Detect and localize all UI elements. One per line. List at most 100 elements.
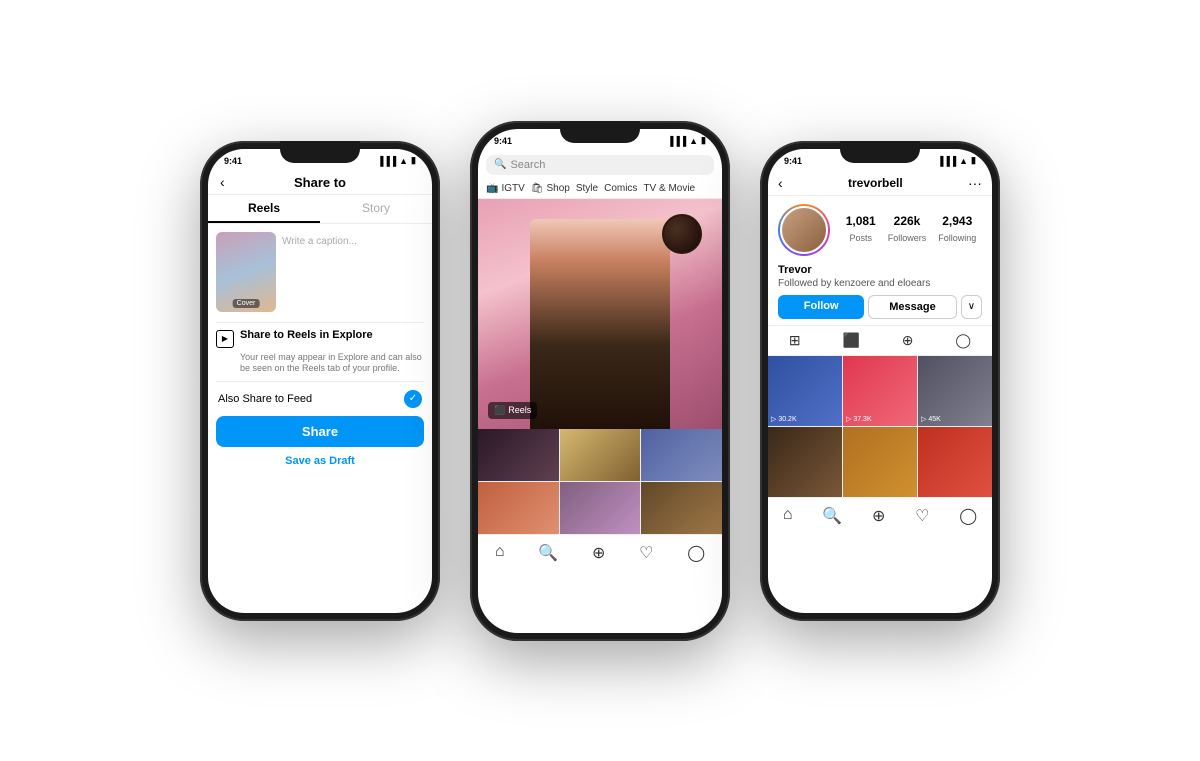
battery-icon-3: ▮ bbox=[971, 155, 976, 166]
search-input[interactable]: Search bbox=[510, 159, 545, 171]
also-share-row: Also Share to Feed ✓ bbox=[216, 390, 424, 408]
status-time-3: 9:41 bbox=[784, 156, 802, 166]
status-time-1: 9:41 bbox=[224, 156, 242, 166]
cat-comics[interactable]: Comics bbox=[604, 183, 637, 194]
also-share-toggle[interactable]: ✓ bbox=[404, 390, 422, 408]
phone1-tabs: Reels Story bbox=[208, 195, 432, 224]
tab-person-icon[interactable]: ◯ bbox=[955, 332, 971, 349]
grid-cell-6[interactable] bbox=[641, 482, 722, 534]
content-grid: ▷ 30.2K ▷ 37.3K ▷ 45K bbox=[768, 356, 992, 497]
signal-icon-3: ▐▐▐ bbox=[937, 156, 956, 166]
status-icons-1: ▐▐▐ ▲ ▮ bbox=[377, 155, 416, 166]
basketball bbox=[662, 214, 702, 254]
grid-cell-3[interactable] bbox=[641, 429, 722, 481]
tab-grid-icon[interactable]: ⊞ bbox=[789, 332, 801, 349]
categories-bar: 📺IGTV 🛍Shop Style Comics TV & Movie bbox=[478, 179, 722, 199]
share-button[interactable]: Share bbox=[216, 416, 424, 447]
stat-followers: 226k Followers bbox=[888, 214, 927, 246]
status-bar-1: 9:41 ▐▐▐ ▲ ▮ bbox=[208, 149, 432, 171]
battery-icon: ▮ bbox=[411, 155, 416, 166]
followers-label: Followers bbox=[888, 233, 927, 243]
search-icon: 🔍 bbox=[494, 159, 506, 170]
post-6[interactable] bbox=[918, 427, 992, 497]
search-bar[interactable]: 🔍 Search bbox=[486, 155, 714, 175]
tab-reels[interactable]: Reels bbox=[208, 195, 320, 223]
post-5[interactable] bbox=[843, 427, 917, 497]
also-share-label: Also Share to Feed bbox=[218, 393, 312, 405]
phone-2: 9:41 ▐▐▐ ▲ ▮ 🔍 Search 📺IGTV 🛍Shop Style … bbox=[470, 121, 730, 641]
profile-header: ‹ trevorbell ··· bbox=[768, 171, 992, 196]
nav-bar-3: ⌂ 🔍 ⊕ ♡ ◯ bbox=[768, 497, 992, 530]
grid-cell-1[interactable] bbox=[478, 429, 559, 481]
status-bar-2: 9:41 ▐▐▐ ▲ ▮ bbox=[478, 129, 722, 151]
nav-heart[interactable]: ♡ bbox=[639, 543, 653, 563]
nav-add-3[interactable]: ⊕ bbox=[872, 506, 885, 526]
reels-icon: ▶ bbox=[216, 330, 234, 348]
nav-profile[interactable]: ◯ bbox=[687, 543, 705, 563]
username: trevorbell bbox=[848, 176, 903, 190]
follow-button[interactable]: Follow bbox=[778, 295, 864, 319]
view-count-2: ▷ 37.3K bbox=[846, 415, 872, 423]
caption-input[interactable]: Write a caption... bbox=[282, 232, 424, 312]
nav-add[interactable]: ⊕ bbox=[592, 543, 605, 563]
profile-section: 1,081 Posts 226k Followers 2,943 Followi… bbox=[768, 196, 992, 264]
tab-tag-icon[interactable]: ⊕ bbox=[902, 332, 914, 349]
cat-tv[interactable]: TV & Movie bbox=[643, 183, 695, 194]
phone-3-screen: 9:41 ▐▐▐ ▲ ▮ ‹ trevorbell ··· bbox=[768, 149, 992, 613]
signal-icon-2: ▐▐▐ bbox=[667, 136, 686, 146]
share-reels-row: ▶ Share to Reels in Explore bbox=[216, 329, 424, 348]
grid-cell-2[interactable] bbox=[560, 429, 641, 481]
cat-igtv[interactable]: 📺IGTV bbox=[486, 183, 525, 194]
nav-bar-2: ⌂ 🔍 ⊕ ♡ ◯ bbox=[478, 534, 722, 567]
phone-3: 9:41 ▐▐▐ ▲ ▮ ‹ trevorbell ··· bbox=[760, 141, 1000, 621]
profile-name: Trevor bbox=[768, 264, 992, 278]
profile-actions: Follow Message ∨ bbox=[768, 295, 992, 325]
nav-search[interactable]: 🔍 bbox=[538, 543, 558, 563]
stat-following: 2,943 Following bbox=[938, 214, 976, 246]
grid-cell-4[interactable] bbox=[478, 482, 559, 534]
wifi-icon-3: ▲ bbox=[959, 156, 968, 166]
posts-label: Posts bbox=[849, 233, 872, 243]
reel-thumbnail: Cover bbox=[216, 232, 276, 312]
back-button-1[interactable]: ‹ bbox=[220, 174, 225, 190]
hero-reel: ⬛ Reels bbox=[478, 199, 722, 429]
grid-cell-5[interactable] bbox=[560, 482, 641, 534]
cat-style[interactable]: Style bbox=[576, 183, 598, 194]
nav-home-3[interactable]: ⌂ bbox=[783, 506, 793, 526]
status-time-2: 9:41 bbox=[494, 136, 512, 146]
message-button[interactable]: Message bbox=[868, 295, 956, 319]
following-label: Following bbox=[938, 233, 976, 243]
post-4[interactable] bbox=[768, 427, 842, 497]
reels-badge: ⬛ Reels bbox=[488, 402, 537, 419]
status-icons-2: ▐▐▐ ▲ ▮ bbox=[667, 135, 706, 146]
post-2[interactable]: ▷ 37.3K bbox=[843, 356, 917, 426]
status-bar-3: 9:41 ▐▐▐ ▲ ▮ bbox=[768, 149, 992, 171]
cat-shop[interactable]: 🛍Shop bbox=[531, 183, 570, 194]
avatar-image bbox=[780, 206, 828, 254]
save-draft-button[interactable]: Save as Draft bbox=[208, 455, 432, 473]
back-button-3[interactable]: ‹ bbox=[778, 175, 783, 191]
status-icons-3: ▐▐▐ ▲ ▮ bbox=[937, 155, 976, 166]
more-dropdown-button[interactable]: ∨ bbox=[961, 295, 982, 319]
nav-heart-3[interactable]: ♡ bbox=[915, 506, 929, 526]
post-1[interactable]: ▷ 30.2K bbox=[768, 356, 842, 426]
content-tabs: ⊞ ⬛ ⊕ ◯ bbox=[768, 325, 992, 356]
share-reels-desc: Your reel may appear in Explore and can … bbox=[240, 352, 424, 375]
more-options-icon[interactable]: ··· bbox=[968, 175, 982, 191]
post-3[interactable]: ▷ 45K bbox=[918, 356, 992, 426]
view-count-3: ▷ 45K bbox=[921, 415, 941, 423]
tab-story[interactable]: Story bbox=[320, 195, 432, 223]
phone-1: 9:41 ▐▐▐ ▲ ▮ ‹ Share to Reels Story bbox=[200, 141, 440, 621]
tab-reels-icon[interactable]: ⬛ bbox=[843, 332, 860, 349]
nav-search-3[interactable]: 🔍 bbox=[822, 506, 842, 526]
phone-1-screen: 9:41 ▐▐▐ ▲ ▮ ‹ Share to Reels Story bbox=[208, 149, 432, 613]
view-count-1: ▷ 30.2K bbox=[771, 415, 797, 423]
scene: 9:41 ▐▐▐ ▲ ▮ ‹ Share to Reels Story bbox=[180, 101, 1020, 661]
share-reels-title: Share to Reels in Explore bbox=[240, 329, 373, 341]
cover-label: Cover bbox=[233, 299, 260, 308]
phone-2-screen: 9:41 ▐▐▐ ▲ ▮ 🔍 Search 📺IGTV 🛍Shop Style … bbox=[478, 129, 722, 633]
profile-stats: 1,081 Posts 226k Followers 2,943 Followi… bbox=[840, 214, 982, 246]
nav-home[interactable]: ⌂ bbox=[495, 543, 505, 563]
followers-count: 226k bbox=[888, 214, 927, 228]
nav-profile-3[interactable]: ◯ bbox=[959, 506, 977, 526]
